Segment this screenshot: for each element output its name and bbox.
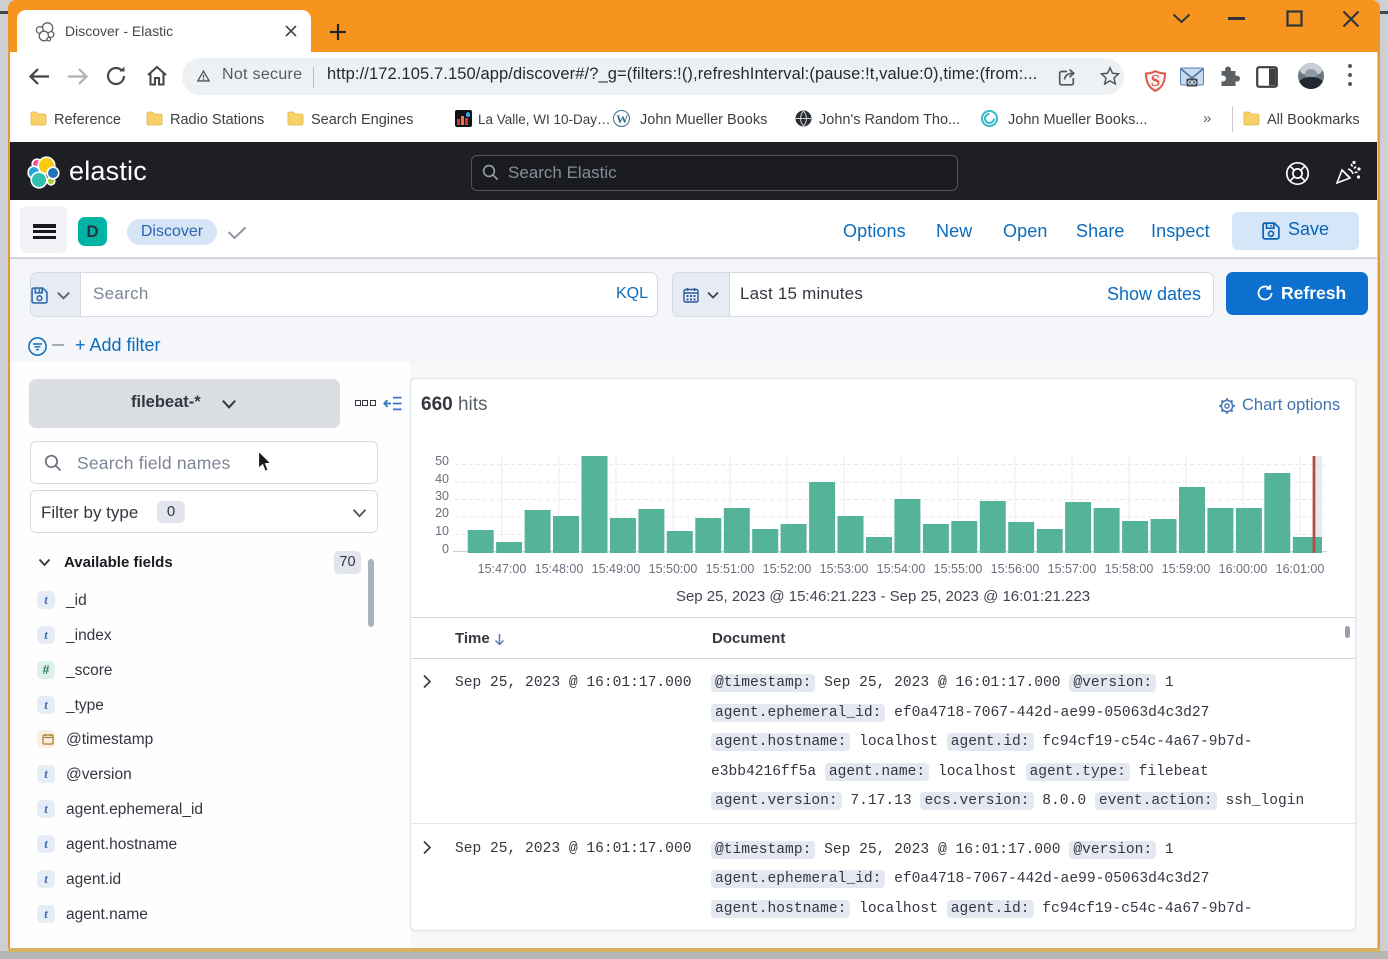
svg-text:S: S <box>1151 71 1160 90</box>
